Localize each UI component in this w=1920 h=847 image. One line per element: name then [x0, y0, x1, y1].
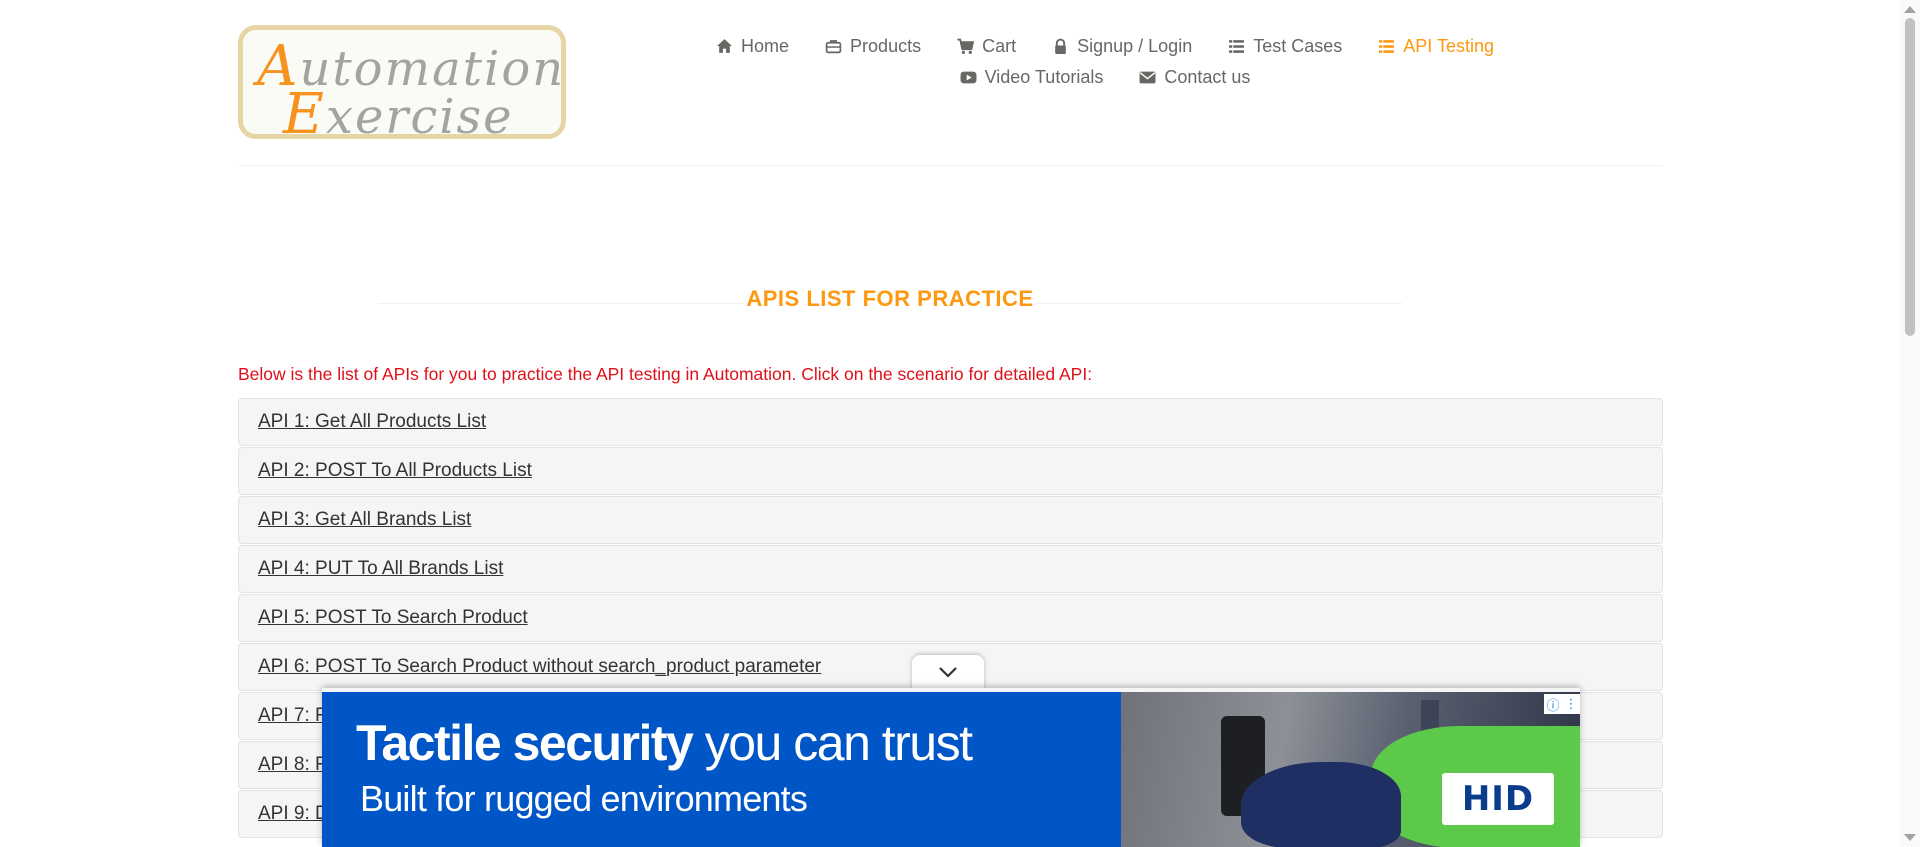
site-logo[interactable]: Automation Exercise: [238, 25, 566, 139]
info-icon[interactable]: ⓘ: [1546, 695, 1559, 714]
nav-api-testing[interactable]: API Testing: [1360, 36, 1512, 57]
nav-row-1: Home Products Cart Signup / Login Test C…: [717, 36, 1494, 57]
scroll-thumb[interactable]: [1905, 18, 1915, 336]
nav-test-cases[interactable]: Test Cases: [1210, 36, 1360, 57]
nav-row-2: Video Tutorials Contact us: [720, 67, 1490, 88]
ad-choices[interactable]: ⓘ ⋮: [1544, 694, 1580, 714]
api-link-3[interactable]: API 3: Get All Brands List: [258, 509, 471, 531]
nav-contact-us-label: Contact us: [1164, 67, 1251, 87]
scroll-up-icon[interactable]: [1904, 6, 1916, 13]
api-item-5[interactable]: API 5: POST To Search Product: [238, 594, 1663, 642]
lock-icon: [1055, 38, 1066, 54]
nav-home-label: Home: [741, 36, 790, 56]
chevron-down-icon: [939, 667, 957, 678]
header-divider: [238, 165, 1663, 166]
nav-api-testing-label: API Testing: [1403, 36, 1494, 56]
api-item-2[interactable]: API 2: POST To All Products List: [238, 447, 1663, 495]
page-title: APIS LIST FOR PRACTICE: [744, 286, 1036, 311]
api-link-8[interactable]: API 8: F: [258, 754, 327, 776]
api-item-1[interactable]: API 1: Get All Products List: [238, 398, 1663, 446]
api-item-3[interactable]: API 3: Get All Brands List: [238, 496, 1663, 544]
nav-cart[interactable]: Cart: [939, 36, 1034, 57]
nav-contact-us[interactable]: Contact us: [1121, 67, 1268, 88]
nav-products[interactable]: Products: [807, 36, 939, 57]
ad-image-glove: [1241, 762, 1401, 847]
scroll-down-icon[interactable]: [1904, 834, 1916, 841]
page: Automation Exercise Home Products Cart S…: [0, 0, 1920, 847]
ad-subline: Built for rugged environments: [360, 778, 808, 819]
list-icon: [1229, 40, 1245, 53]
nav-signup-login-label: Signup / Login: [1077, 36, 1193, 56]
nav-test-cases-label: Test Cases: [1253, 36, 1343, 56]
nav-video-tutorials[interactable]: Video Tutorials: [942, 67, 1122, 88]
nav-products-label: Products: [850, 36, 922, 56]
intro-text: Below is the list of APIs for you to pra…: [238, 364, 1093, 384]
briefcase-icon: [825, 40, 842, 54]
api-item-4[interactable]: API 4: PUT To All Brands List: [238, 545, 1663, 593]
nav-signup-login[interactable]: Signup / Login: [1034, 36, 1210, 57]
ad-brand-logo: HID: [1442, 773, 1554, 825]
home-icon: [717, 39, 732, 53]
envelope-icon: [1139, 71, 1156, 84]
api-link-1[interactable]: API 1: Get All Products List: [258, 411, 486, 433]
api-link-2[interactable]: API 2: POST To All Products List: [258, 460, 532, 482]
nav-home[interactable]: Home: [698, 36, 807, 57]
ad-collapse-button[interactable]: [912, 655, 984, 689]
cart-icon: [957, 38, 975, 54]
nav-video-tutorials-label: Video Tutorials: [984, 67, 1104, 87]
list-icon: [1379, 40, 1395, 53]
page-scrollbar[interactable]: [1900, 0, 1920, 847]
api-link-7[interactable]: API 7: F: [258, 705, 327, 727]
section-title-wrap: APIS LIST FOR PRACTICE: [378, 286, 1402, 316]
api-link-6[interactable]: API 6: POST To Search Product without se…: [258, 656, 821, 678]
more-vertical-icon[interactable]: ⋮: [1564, 696, 1577, 712]
main-nav: Home Products Cart Signup / Login Test C…: [717, 36, 1494, 88]
advertisement-banner[interactable]: Tactile security you can trust Built for…: [322, 688, 1580, 847]
api-link-4[interactable]: API 4: PUT To All Brands List: [258, 558, 503, 580]
api-link-5[interactable]: API 5: POST To Search Product: [258, 607, 528, 629]
youtube-icon: [960, 71, 977, 84]
logo-line-2: Exercise: [283, 82, 514, 139]
nav-cart-label: Cart: [982, 36, 1017, 56]
ad-headline: Tactile security you can trust: [356, 715, 973, 771]
api-link-9[interactable]: API 9: D: [258, 803, 329, 825]
